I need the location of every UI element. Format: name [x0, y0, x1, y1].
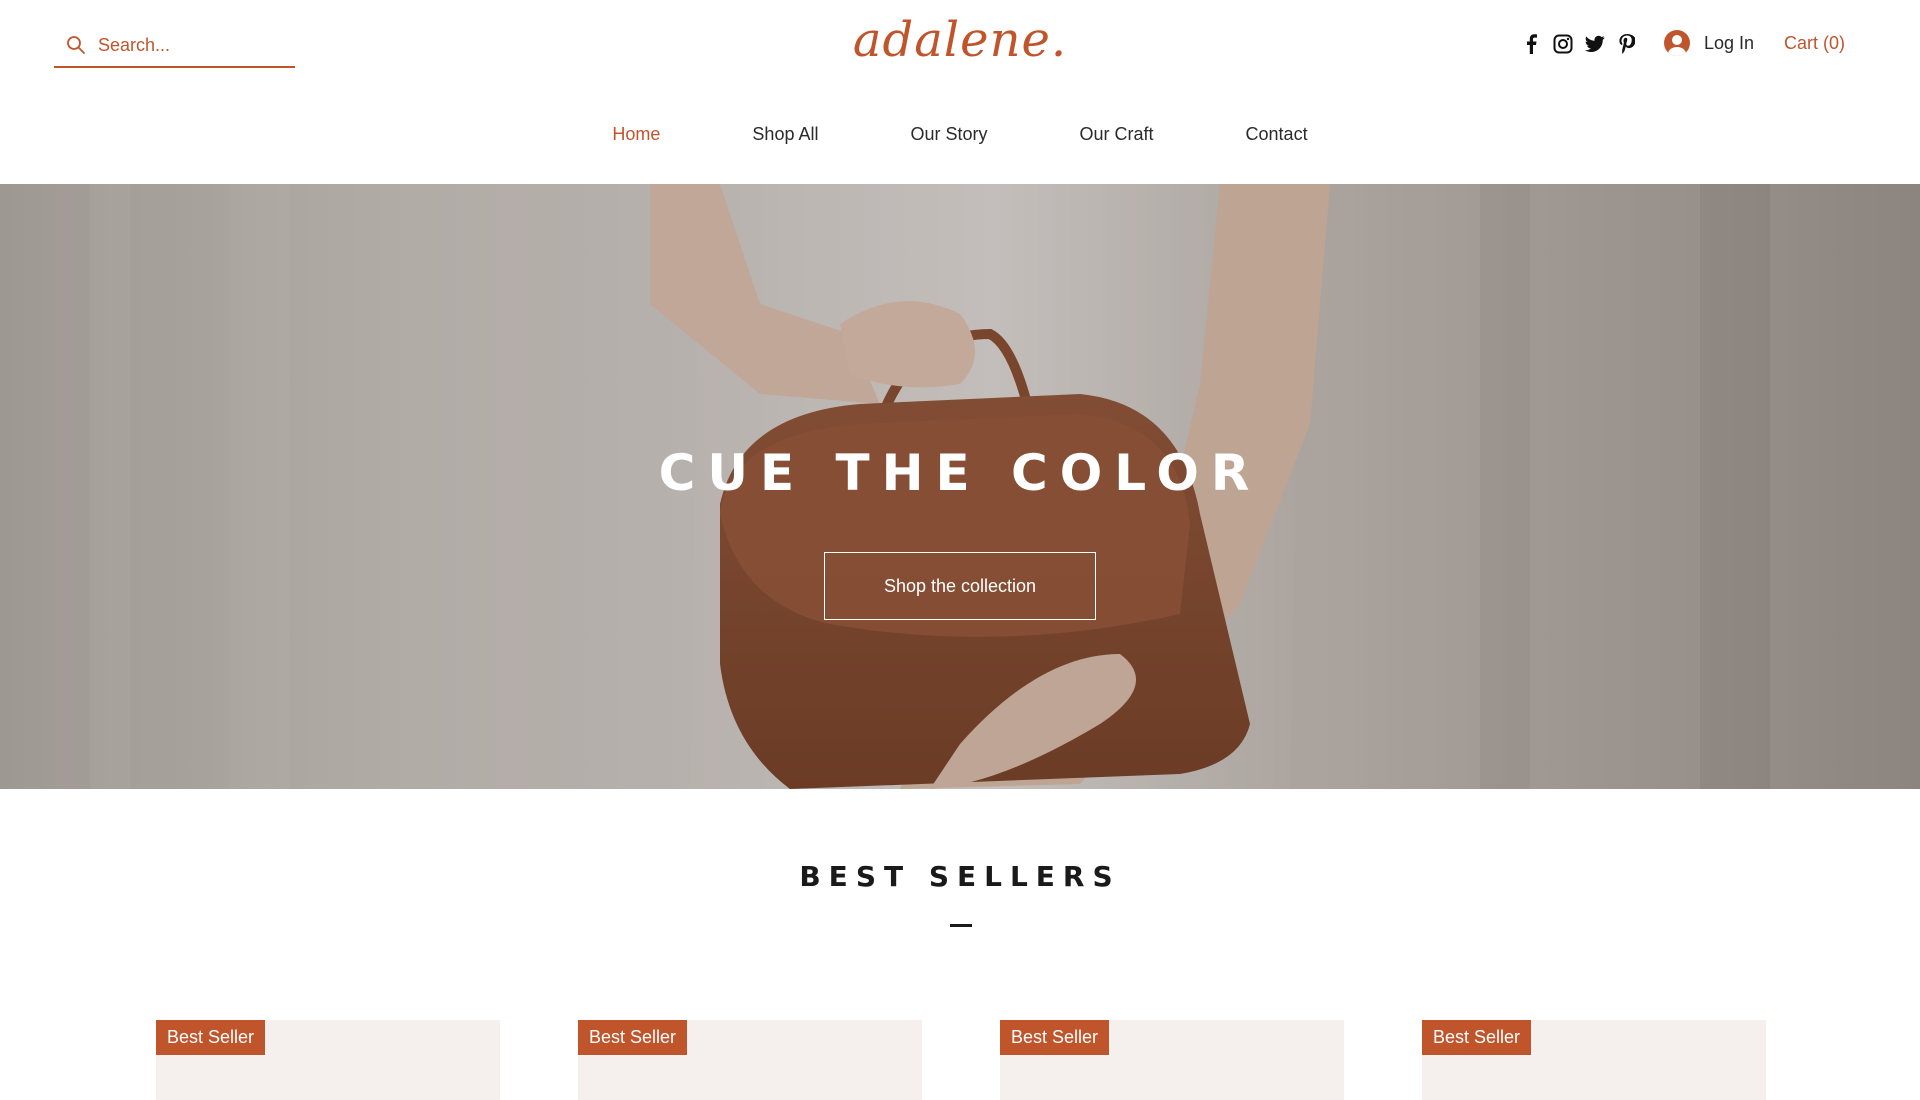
- product-card[interactable]: Best Seller: [578, 1020, 922, 1100]
- pinterest-icon[interactable]: [1616, 33, 1638, 55]
- cart-label: Cart: [1784, 33, 1819, 53]
- product-grid: Best Seller Best Seller Best Seller Best…: [156, 1020, 1766, 1100]
- user-avatar-icon: [1664, 30, 1690, 56]
- product-card[interactable]: Best Seller: [1422, 1020, 1766, 1100]
- instagram-icon[interactable]: [1552, 33, 1574, 55]
- section-divider: [950, 924, 972, 927]
- site-header: adalene. Log In Car: [0, 0, 1920, 184]
- shop-collection-button[interactable]: Shop the collection: [824, 552, 1096, 620]
- main-nav: Home Shop All Our Story Our Craft Contac…: [0, 124, 1920, 145]
- social-links: [1520, 33, 1638, 55]
- nav-item-our-story[interactable]: Our Story: [910, 124, 987, 145]
- product-card[interactable]: Best Seller: [156, 1020, 500, 1100]
- product-card[interactable]: Best Seller: [1000, 1020, 1344, 1100]
- nav-item-contact[interactable]: Contact: [1246, 124, 1308, 145]
- cart-button[interactable]: Cart 0: [1784, 33, 1845, 54]
- best-seller-badge: Best Seller: [156, 1020, 266, 1055]
- hero-banner: CUE THE COLOR Shop the collection: [0, 184, 1920, 789]
- login-button[interactable]: Log In: [1664, 30, 1754, 56]
- best-seller-badge: Best Seller: [1000, 1020, 1110, 1055]
- section-title: BEST SELLERS: [799, 860, 1121, 893]
- login-label: Log In: [1704, 32, 1755, 53]
- nav-item-our-craft[interactable]: Our Craft: [1080, 124, 1154, 145]
- cart-count: 0: [1823, 33, 1845, 53]
- twitter-icon[interactable]: [1584, 33, 1606, 55]
- hero-title: CUE THE COLOR: [658, 444, 1262, 502]
- nav-item-home[interactable]: Home: [612, 124, 660, 145]
- best-seller-badge: Best Seller: [1422, 1020, 1532, 1055]
- nav-item-shop-all[interactable]: Shop All: [752, 124, 818, 145]
- facebook-icon[interactable]: [1520, 33, 1542, 55]
- best-seller-badge: Best Seller: [578, 1020, 688, 1055]
